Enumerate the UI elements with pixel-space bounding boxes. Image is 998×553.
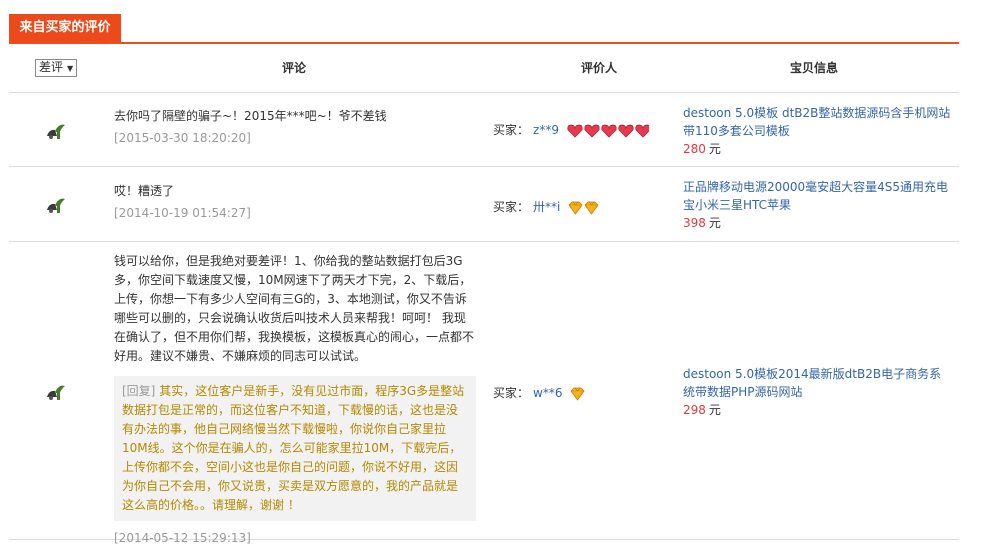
- rating-filter-select[interactable]: 差评 ▼: [35, 59, 78, 77]
- rating-filter-value: 差评: [39, 60, 64, 74]
- buyer-name[interactable]: 卅**i: [533, 200, 560, 214]
- comment-date: [2014-05-12 15:29:13]: [114, 531, 251, 545]
- diamond-icon: [568, 201, 599, 215]
- buyer-name[interactable]: w**6: [533, 386, 562, 400]
- buyer-name[interactable]: z**9: [533, 123, 559, 137]
- buyer-info: 买家： 卅**i: [493, 198, 600, 215]
- price-unit: 元: [708, 142, 721, 156]
- sort-filter[interactable]: 差评 ▼: [35, 59, 78, 77]
- review-comment: 去你吗了隔壁的骗子~！2015年***吧~！爷不差钱 [2015-03-30 1…: [114, 107, 476, 148]
- buyer-label: 买家：: [493, 200, 530, 214]
- review-table-header: 差评 ▼ 评论 评价人 宝贝信息: [9, 44, 959, 93]
- comment-text: 哎！糟透了: [114, 184, 175, 198]
- review-row: 钱可以给你，但是我绝对要差评！1、你给我的整站数据打包后3G多，你空间下载速度又…: [9, 242, 959, 545]
- buyer-label: 买家：: [493, 386, 530, 400]
- review-row: 哎！糟透了 [2014-10-19 01:54:27] 买家： 卅**i 正品牌移…: [9, 167, 959, 242]
- red-heart-icon: [567, 124, 649, 137]
- item-price: 398: [683, 216, 706, 230]
- comment-text: 钱可以给你，但是我绝对要差评！1、你给我的整站数据打包后3G多，你空间下载速度又…: [114, 254, 475, 363]
- item-info: destoon 5.0模板2014最新版dtB2B电子商务系统带数据PHP源码网…: [683, 365, 951, 419]
- item-price: 298: [683, 403, 706, 417]
- price-unit: 元: [708, 403, 721, 417]
- negative-rating-icon: [47, 385, 65, 400]
- review-comment: 哎！糟透了 [2014-10-19 01:54:27]: [114, 182, 476, 223]
- item-info: 正品牌移动电源20000毫安超大容量4S5通用充电宝小米三星HTC苹果 398 元: [683, 178, 951, 232]
- item-title-link[interactable]: destoon 5.0模板2014最新版dtB2B电子商务系统带数据PHP源码网…: [683, 365, 951, 401]
- item-price: 280: [683, 142, 706, 156]
- review-comment: 钱可以给你，但是我绝对要差评！1、你给我的整站数据打包后3G多，你空间下载速度又…: [114, 252, 476, 548]
- section-tab-bar: 来自买家的评价: [9, 14, 959, 44]
- item-title-link[interactable]: 正品牌移动电源20000毫安超大容量4S5通用充电宝小米三星HTC苹果: [683, 178, 951, 214]
- negative-rating-icon: [47, 198, 65, 213]
- rater-column-header: 评价人: [580, 61, 617, 75]
- buyer-info: 买家： w**6: [493, 384, 586, 401]
- comment-date: [2014-10-19 01:54:27]: [114, 206, 251, 220]
- reply-text: 其实，这位客户是新手，没有见过市面，程序3G多是整站数据打包是正常的，而这位客户…: [122, 384, 465, 512]
- comment-date: [2015-03-30 18:20:20]: [114, 131, 251, 145]
- buyer-rank-badge[interactable]: [566, 386, 586, 401]
- review-row: 去你吗了隔壁的骗子~！2015年***吧~！爷不差钱 [2015-03-30 1…: [9, 93, 959, 167]
- buyer-label: 买家：: [493, 123, 530, 137]
- chevron-down-icon: ▼: [67, 64, 74, 73]
- comment-column-header: 评论: [281, 61, 306, 75]
- negative-rating-icon: [47, 124, 65, 139]
- price-unit: 元: [708, 216, 721, 230]
- buyer-rank-badge[interactable]: [563, 123, 649, 137]
- buyer-info: 买家： z**9: [493, 121, 649, 138]
- diamond-icon: [570, 387, 585, 401]
- item-title-link[interactable]: destoon 5.0模板 dtB2B整站数据源码含手机网站带110多套公司模板: [683, 104, 951, 140]
- section-tab-buyer-reviews[interactable]: 来自买家的评价: [9, 14, 121, 42]
- comment-text: 去你吗了隔壁的骗子~！2015年***吧~！爷不差钱: [114, 109, 387, 123]
- reply-tag: [回复]: [122, 384, 156, 398]
- item-column-header: 宝贝信息: [789, 61, 838, 75]
- seller-reply: [回复] 其实，这位客户是新手，没有见过市面，程序3G多是整站数据打包是正常的，…: [114, 376, 476, 521]
- item-info: destoon 5.0模板 dtB2B整站数据源码含手机网站带110多套公司模板…: [683, 104, 951, 158]
- buyer-rank-badge[interactable]: [564, 200, 600, 215]
